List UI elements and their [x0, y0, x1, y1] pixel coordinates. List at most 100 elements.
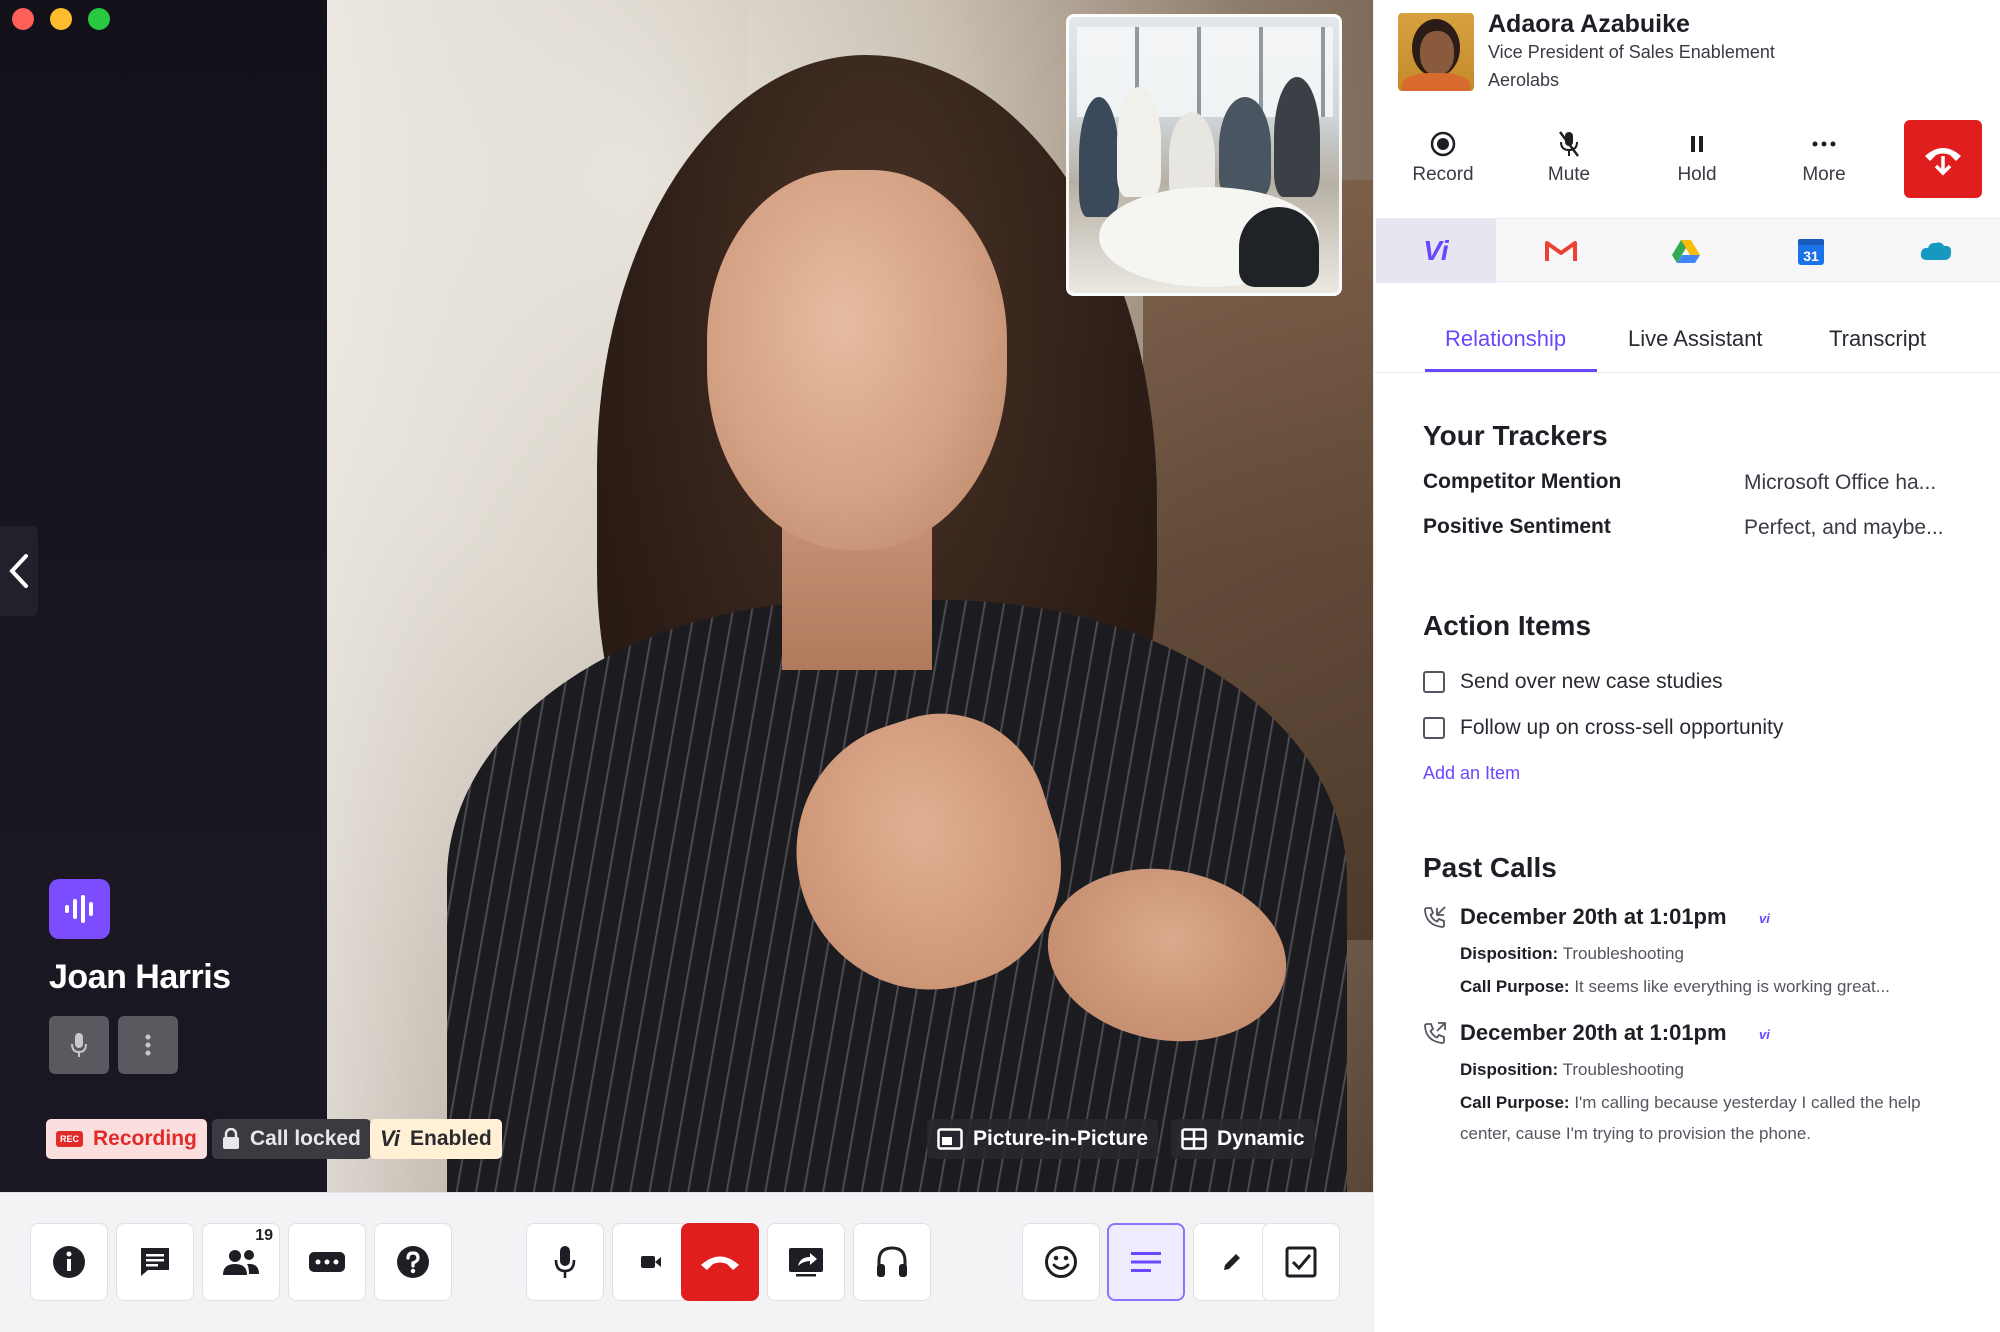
- help-icon: [397, 1246, 429, 1278]
- tracker-label: Positive Sentiment: [1423, 515, 1611, 538]
- people-icon: [223, 1250, 259, 1275]
- window-close-button[interactable]: [12, 8, 34, 30]
- hang-up-arrow-icon: [1925, 148, 1961, 176]
- past-call-date[interactable]: December 20th at 1:01pm: [1460, 904, 1727, 930]
- pause-icon: [1691, 136, 1703, 152]
- chevron-left-icon: [9, 554, 28, 588]
- caller-audio-badge: [49, 879, 110, 939]
- google-drive-icon: [1672, 240, 1700, 263]
- integrations-bar: Vi 31: [1376, 218, 2000, 283]
- integration-gmail[interactable]: [1501, 219, 1621, 283]
- window-minimize-button[interactable]: [50, 8, 72, 30]
- contact-name: Adaora Azabuike: [1488, 10, 1690, 38]
- end-call-button[interactable]: [681, 1223, 759, 1301]
- participants-count-badge: 19: [255, 1227, 273, 1244]
- reactions-button[interactable]: [1022, 1223, 1100, 1301]
- gmail-icon: [1545, 241, 1577, 261]
- tab-live-assistant[interactable]: Live Assistant: [1628, 326, 1763, 352]
- share-screen-icon: [789, 1248, 823, 1277]
- smiley-icon: [1045, 1246, 1077, 1278]
- microphone-button[interactable]: [526, 1223, 604, 1301]
- self-view-thumbnail[interactable]: [1066, 14, 1342, 296]
- recording-status-pill: REC Recording: [46, 1119, 207, 1159]
- participants-button[interactable]: 19: [202, 1223, 280, 1301]
- notes-button[interactable]: [1107, 1223, 1185, 1301]
- past-call-disposition: Disposition: Troubleshooting: [1460, 1060, 1684, 1079]
- panel-end-call-button[interactable]: [1904, 120, 1982, 198]
- camera-button[interactable]: [612, 1223, 690, 1301]
- tasks-button[interactable]: [1262, 1223, 1340, 1301]
- integration-google-drive[interactable]: [1626, 219, 1746, 283]
- microphone-off-icon: [1559, 131, 1579, 157]
- contact-company: Aerolabs: [1488, 70, 1560, 90]
- hang-up-icon: [701, 1256, 739, 1270]
- caller-mic-button[interactable]: [49, 1016, 109, 1074]
- microphone-icon: [71, 1033, 87, 1057]
- action-item-checkbox[interactable]: [1423, 671, 1445, 693]
- more-horizontal-icon: [1812, 141, 1836, 147]
- audio-waveform-icon: [64, 895, 93, 923]
- vi-enabled-pill: Vi Enabled: [370, 1119, 502, 1159]
- video-camera-icon: [641, 1256, 661, 1268]
- rec-icon: REC: [56, 1131, 84, 1147]
- record-icon: [1430, 131, 1456, 157]
- contact-side-panel: Adaora Azabuike Vice President of Sales …: [1373, 0, 2000, 1332]
- tracker-label: Competitor Mention: [1423, 470, 1622, 493]
- tab-relationship[interactable]: Relationship: [1445, 326, 1566, 352]
- info-button[interactable]: [30, 1223, 108, 1301]
- tracker-value[interactable]: Perfect, and maybe...: [1744, 516, 1944, 540]
- action-item-text: Follow up on cross-sell opportunity: [1460, 716, 1784, 739]
- integration-vi[interactable]: Vi: [1376, 219, 1496, 283]
- more-button[interactable]: More: [1769, 128, 1879, 186]
- integration-google-calendar[interactable]: 31: [1751, 219, 1871, 283]
- dialpad-icon: [309, 1252, 345, 1272]
- grid-layout-icon: [1181, 1128, 1207, 1150]
- dynamic-layout-button[interactable]: Dynamic: [1171, 1119, 1315, 1159]
- checkbox-checked-icon: [1285, 1246, 1317, 1278]
- vi-tag-icon: vi: [1759, 911, 1770, 926]
- lines-icon: [1131, 1252, 1161, 1272]
- collapse-panel-button[interactable]: [0, 526, 38, 616]
- outgoing-call-icon: [1424, 1022, 1446, 1044]
- tracker-value[interactable]: Microsoft Office ha...: [1744, 471, 1936, 495]
- vi-tag-icon: vi: [1759, 1027, 1770, 1042]
- mute-button[interactable]: Mute: [1514, 128, 1624, 186]
- chat-button[interactable]: [116, 1223, 194, 1301]
- picture-in-picture-icon: [937, 1128, 963, 1150]
- caller-info-strip: [0, 0, 327, 1192]
- window-zoom-button[interactable]: [88, 8, 110, 30]
- video-area: Joan Harris REC Recording Call locked Vi…: [0, 0, 1373, 1192]
- salesforce-cloud-icon: [1920, 242, 1952, 260]
- contact-avatar: [1398, 13, 1474, 91]
- incoming-call-icon: [1424, 906, 1446, 928]
- integration-salesforce[interactable]: [1876, 219, 1996, 283]
- action-item-checkbox[interactable]: [1423, 717, 1445, 739]
- past-calls-title: Past Calls: [1423, 852, 1557, 883]
- vi-logo-icon: Vi: [1423, 235, 1449, 266]
- picture-in-picture-button[interactable]: Picture-in-Picture: [927, 1119, 1159, 1159]
- calendar-icon: 31: [1798, 239, 1824, 265]
- info-icon: [53, 1246, 85, 1278]
- tab-transcript[interactable]: Transcript: [1829, 326, 1926, 352]
- record-button[interactable]: Record: [1388, 128, 1498, 186]
- hold-button[interactable]: Hold: [1642, 128, 1752, 186]
- vi-logo-icon: Vi: [380, 1126, 400, 1151]
- share-screen-button[interactable]: [767, 1223, 845, 1301]
- more-vertical-icon: [145, 1034, 151, 1056]
- edit-button[interactable]: [1193, 1223, 1271, 1301]
- past-call-date[interactable]: December 20th at 1:01pm: [1460, 1020, 1727, 1046]
- keypad-button[interactable]: [288, 1223, 366, 1301]
- call-toolbar: 19: [0, 1192, 1373, 1332]
- action-items-title: Action Items: [1423, 610, 1592, 641]
- action-item-text: Send over new case studies: [1460, 670, 1723, 693]
- call-locked-pill: Call locked: [212, 1119, 371, 1159]
- past-call-purpose: Call Purpose: It seems like everything i…: [1460, 977, 1890, 996]
- audio-device-button[interactable]: [853, 1223, 931, 1301]
- add-action-item-link[interactable]: Add an Item: [1423, 763, 1520, 784]
- headphones-icon: [877, 1246, 907, 1277]
- caller-name: Joan Harris: [49, 958, 231, 996]
- help-button[interactable]: [374, 1223, 452, 1301]
- caller-more-button[interactable]: [118, 1016, 178, 1074]
- contact-title: Vice President of Sales Enablement: [1488, 42, 1775, 62]
- svg-text:31: 31: [1803, 248, 1819, 264]
